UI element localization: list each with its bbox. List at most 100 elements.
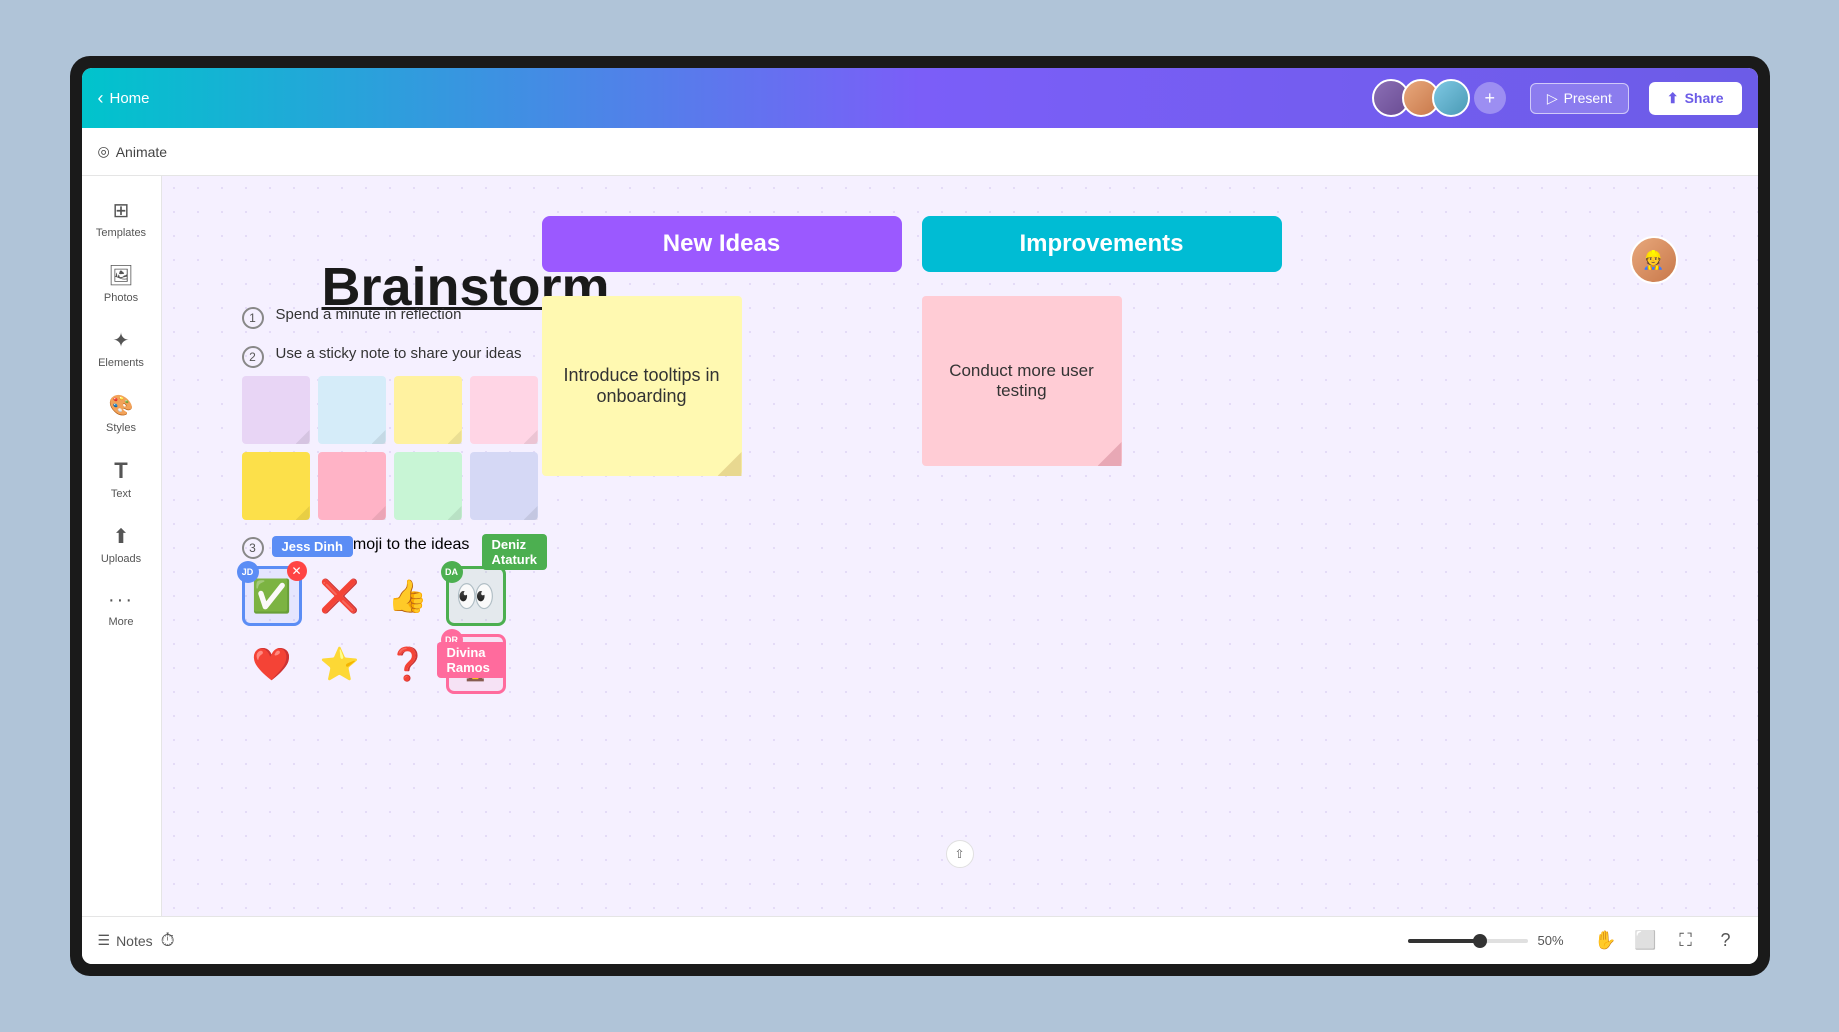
sidebar-item-label: More [108, 616, 133, 628]
instructions-list: 1 Spend a minute in reflection 2 Use a s… [242, 306, 522, 368]
elements-icon: ✦ [113, 328, 130, 353]
emoji-checkmark[interactable]: JD ✕ ✅ [242, 566, 302, 626]
sticky-note-small[interactable] [470, 376, 538, 444]
share-icon: ⬆ [1667, 90, 1679, 107]
sidebar-item-styles[interactable]: 🎨 Styles [87, 383, 155, 444]
emoji-icon: ❌ [320, 577, 360, 615]
emoji-cross[interactable]: ❌ [310, 566, 370, 626]
present-button[interactable]: ▷ Present [1530, 83, 1629, 114]
bottom-bar: ☰ Notes ⏱ 50% ✋ ⬜ ⛶ ? [82, 916, 1758, 964]
present-label: Present [1564, 90, 1612, 106]
text-icon: T [114, 458, 127, 484]
sticky-note-small[interactable] [394, 452, 462, 520]
emoji-icon: ⭐ [320, 645, 360, 683]
sticky-note-small[interactable] [394, 376, 462, 444]
avatar [1432, 79, 1470, 117]
emoji-icon: ❤️ [252, 645, 292, 683]
sidebar-item-label: Templates [96, 227, 146, 239]
sticky-note-improvements[interactable]: Conduct more user testing [922, 296, 1122, 466]
emoji-thumbsup[interactable]: 👍 [378, 566, 438, 626]
user-badge-jd: JD [237, 561, 259, 583]
help-button[interactable]: ? [1710, 925, 1742, 957]
notes-icon: ☰ [98, 932, 111, 949]
animate-button[interactable]: ◎ Animate [98, 143, 168, 160]
sidebar-item-label: Uploads [101, 553, 141, 565]
zoom-fill [1408, 939, 1480, 943]
emoji-question[interactable]: ❓ [378, 634, 438, 694]
zoom-control: 50% [1408, 933, 1578, 948]
avatar-group: + [1372, 79, 1506, 117]
emoji-eyes[interactable]: DA 👀 [446, 566, 506, 626]
laptop-frame: ‹ Home + ▷ Present ⬆ Share ◎ A [70, 56, 1770, 976]
sidebar-item-uploads[interactable]: ⬆ Uploads [87, 514, 155, 575]
bottom-tools: ✋ ⬜ ⛶ ? [1590, 925, 1742, 957]
emoji-icon: ✅ [252, 577, 292, 615]
page-nav-up-button[interactable]: ⇧ [946, 840, 974, 868]
more-icon: ··· [108, 589, 134, 612]
chevron-left-icon: ‹ [98, 88, 104, 109]
animate-label: Animate [116, 144, 167, 160]
add-collaborator-button[interactable]: + [1474, 82, 1506, 114]
notes-label: Notes [116, 933, 153, 949]
reactions-area: Jess Dinh Deniz Ataturk JD ✕ ✅ ❌ [242, 566, 506, 694]
sidebar-item-label: Text [111, 488, 131, 500]
column-new-ideas-label: New Ideas [663, 230, 780, 258]
styles-icon: 🎨 [109, 393, 134, 418]
emoji-star[interactable]: ⭐ [310, 634, 370, 694]
hand-tool-button[interactable]: ✋ [1590, 925, 1622, 957]
notes-button[interactable]: ☰ Notes [98, 932, 153, 949]
main-layout: ⊞ Templates 🖼 Photos ✦ Elements 🎨 Styles… [82, 176, 1758, 916]
sticky-note-text: Introduce tooltips in onboarding [558, 365, 726, 407]
frame-view-button[interactable]: ⬜ [1630, 925, 1662, 957]
sticky-note-new-ideas[interactable]: Introduce tooltips in onboarding [542, 296, 742, 476]
share-label: Share [1685, 90, 1724, 106]
emoji-icon: 👀 [456, 577, 496, 615]
instruction-number: 1 [242, 307, 264, 329]
animate-icon: ◎ [98, 143, 110, 160]
sticky-note-small[interactable] [470, 452, 538, 520]
sidebar-item-more[interactable]: ··· More [87, 579, 155, 638]
instruction-item: 2 Use a sticky note to share your ideas [242, 345, 522, 368]
sticky-note-small[interactable] [242, 376, 310, 444]
sidebar-item-text[interactable]: T Text [87, 448, 155, 510]
column-new-ideas: New Ideas [542, 216, 902, 272]
header: ‹ Home + ▷ Present ⬆ Share [82, 68, 1758, 128]
emoji-icon: 👍 [388, 577, 428, 615]
column-improvements-label: Improvements [1019, 230, 1183, 258]
zoom-track[interactable] [1408, 939, 1528, 943]
emoji-heart[interactable]: ❤️ [242, 634, 302, 694]
instruction-text: Use a sticky note to share your ideas [276, 345, 522, 362]
sidebar-item-templates[interactable]: ⊞ Templates [87, 188, 155, 249]
collaborator-avatar: 👷 [1630, 236, 1678, 284]
photos-icon: 🖼 [108, 263, 133, 288]
sticky-note-small[interactable] [318, 376, 386, 444]
column-improvements: Improvements [922, 216, 1282, 272]
sidebar-item-label: Styles [106, 422, 136, 434]
sticky-note-text: Conduct more user testing [938, 361, 1106, 401]
screen: ‹ Home + ▷ Present ⬆ Share ◎ A [82, 68, 1758, 964]
sidebar-item-elements[interactable]: ✦ Elements [87, 318, 155, 379]
instruction-number: 3 [242, 537, 264, 559]
sidebar: ⊞ Templates 🖼 Photos ✦ Elements 🎨 Styles… [82, 176, 162, 916]
share-button[interactable]: ⬆ Share [1649, 82, 1742, 115]
user-label-deniz: Deniz Ataturk [482, 534, 548, 570]
sticky-notes-grid [242, 376, 538, 520]
user-badge-da: DA [441, 561, 463, 583]
timer-button[interactable]: ⏱ [161, 930, 175, 951]
present-icon: ▷ [1547, 90, 1558, 107]
fullscreen-button[interactable]: ⛶ [1670, 925, 1702, 957]
sticky-note-small[interactable] [318, 452, 386, 520]
canvas-area[interactable]: Brainstorm New Ideas Improvements 👷 1 Sp… [162, 176, 1758, 916]
home-button[interactable]: ‹ Home [98, 88, 150, 109]
close-icon[interactable]: ✕ [287, 561, 307, 581]
instruction-text: Spend a minute in reflection [276, 306, 462, 323]
templates-icon: ⊞ [113, 198, 130, 223]
user-label-jess: Jess Dinh [272, 536, 353, 557]
sidebar-item-photos[interactable]: 🖼 Photos [87, 253, 155, 314]
zoom-thumb[interactable] [1473, 934, 1487, 948]
instruction-number: 2 [242, 346, 264, 368]
sticky-note-small[interactable] [242, 452, 310, 520]
sidebar-item-label: Elements [98, 357, 144, 369]
emoji-icon: ❓ [388, 645, 428, 683]
toolbar: ◎ Animate [82, 128, 1758, 176]
